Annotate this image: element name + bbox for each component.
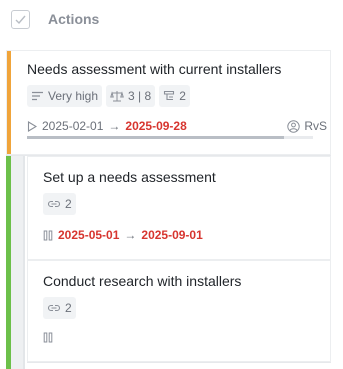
links-count: 2 [65, 301, 72, 315]
actions-header: Actions [0, 0, 343, 40]
hierarchy-icon [164, 90, 175, 101]
owner-initials: RvS [304, 119, 327, 133]
arrow-right-icon: → [124, 228, 137, 242]
links-tag[interactable]: 2 [43, 193, 76, 215]
progress-fill [27, 136, 285, 139]
select-all-checkbox[interactable] [11, 10, 30, 29]
sub-action-card[interactable]: Conduct research with installers 2 [27, 260, 331, 363]
priority-lines-icon [32, 91, 43, 101]
sub-action-dates [43, 332, 53, 343]
end-date: 2025-09-01 [141, 228, 203, 242]
action-tags: Very high 3 | 8 2 [27, 85, 190, 107]
link-icon [47, 304, 61, 312]
sub-action-card[interactable]: Set up a needs assessment 2 2025-05-01 →… [27, 156, 331, 261]
user-icon [287, 119, 301, 133]
play-icon[interactable] [27, 120, 37, 132]
links-count: 2 [65, 197, 72, 211]
scale-icon [110, 91, 124, 102]
effort-label: 3 | 8 [128, 89, 152, 103]
pause-icon[interactable] [43, 332, 53, 343]
children-count: 2 [179, 89, 186, 103]
priority-label: Very high [48, 89, 99, 103]
start-date: 2025-02-01 [42, 119, 104, 133]
section-title: Actions [48, 11, 100, 27]
arrow-right-icon: → [108, 119, 121, 133]
sub-action-tags: 2 [43, 193, 76, 215]
link-icon [47, 200, 61, 208]
sub-action-dates: 2025-05-01 → 2025-09-01 [43, 228, 203, 242]
sub-action-tags: 2 [43, 297, 76, 319]
action-dates: 2025-02-01 → 2025-09-28 [27, 119, 187, 133]
action-title[interactable]: Needs assessment with current installers [27, 61, 281, 77]
progress-bar [27, 136, 313, 139]
effort-tag[interactable]: 3 | 8 [106, 85, 156, 107]
links-tag[interactable]: 2 [43, 297, 76, 319]
indent-stripe [11, 156, 25, 369]
start-date: 2025-05-01 [58, 228, 120, 242]
owner[interactable]: RvS [287, 119, 327, 133]
sub-action-title[interactable]: Set up a needs assessment [43, 169, 216, 185]
priority-tag[interactable]: Very high [27, 85, 103, 107]
pause-icon[interactable] [43, 230, 53, 241]
sub-action-title[interactable]: Conduct research with installers [43, 273, 241, 289]
end-date: 2025-09-28 [125, 119, 187, 133]
children-tag[interactable]: 2 [159, 85, 190, 107]
check-icon [15, 15, 26, 25]
